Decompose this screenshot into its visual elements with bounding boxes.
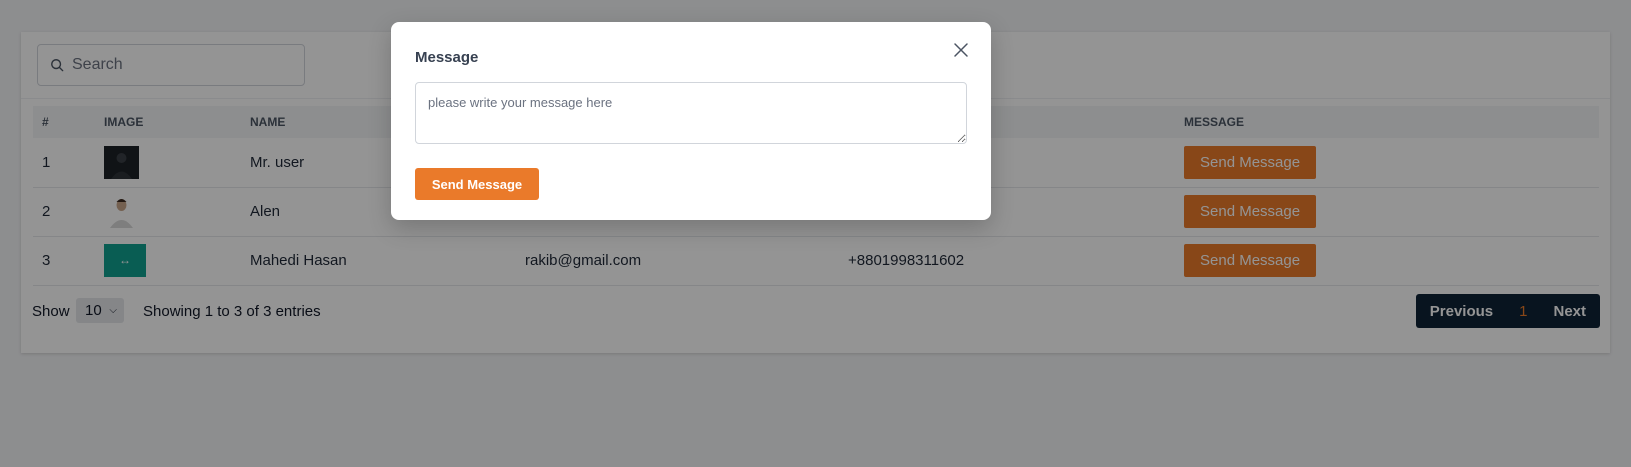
modal-send-message-button[interactable]: Send Message — [415, 168, 539, 200]
modal-title: Message — [415, 49, 479, 66]
close-icon[interactable] — [951, 40, 971, 60]
message-modal: Message Send Message — [391, 22, 991, 220]
message-textarea[interactable] — [415, 82, 967, 144]
